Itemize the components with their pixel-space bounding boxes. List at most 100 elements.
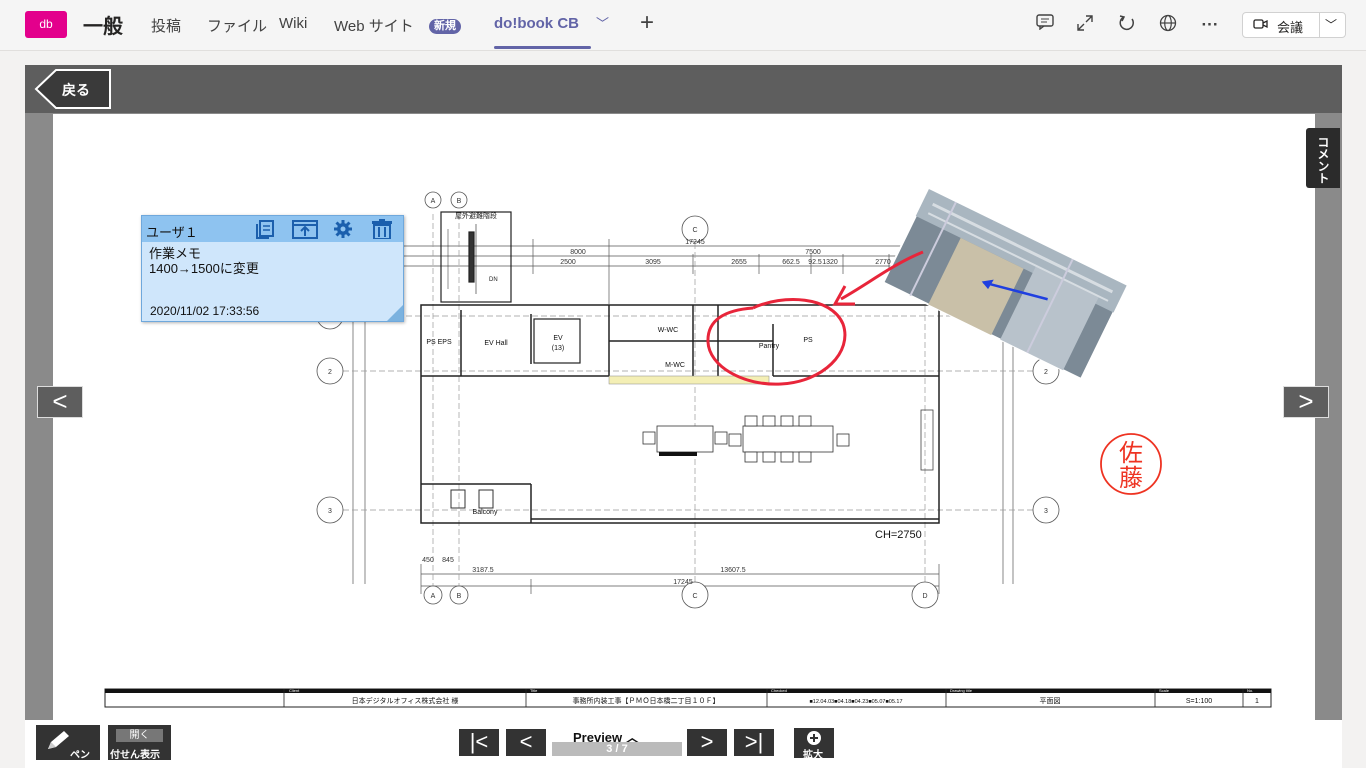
svg-text:A: A bbox=[431, 593, 436, 600]
back-button[interactable]: 戻る bbox=[34, 69, 111, 109]
svg-text:S=1:100: S=1:100 bbox=[1186, 698, 1212, 705]
svg-text:C: C bbox=[692, 593, 697, 600]
svg-text:3: 3 bbox=[328, 508, 332, 515]
prev-page-arrow[interactable]: < bbox=[37, 386, 83, 418]
stair-label: 屋外避難階段 bbox=[455, 211, 497, 220]
svg-text:佐: 佐 bbox=[1119, 440, 1143, 467]
svg-text:(13): (13) bbox=[552, 345, 564, 352]
tab-website[interactable]: Web サイト bbox=[334, 15, 414, 36]
svg-text:2655: 2655 bbox=[731, 259, 747, 266]
svg-text:B: B bbox=[457, 198, 462, 205]
page-indicator: 3 / 7 bbox=[552, 742, 682, 756]
add-tab-button[interactable]: + bbox=[640, 9, 654, 37]
svg-text:3187.5: 3187.5 bbox=[472, 567, 494, 574]
svg-text:845: 845 bbox=[442, 557, 454, 564]
meet-chevron-icon[interactable]: ﹀ bbox=[1325, 16, 1337, 33]
svg-text:3: 3 bbox=[1044, 508, 1048, 515]
svg-text:1320: 1320 bbox=[822, 259, 838, 266]
tab-files[interactable]: ファイル bbox=[207, 15, 267, 36]
globe-icon[interactable] bbox=[1157, 14, 1179, 36]
tab-posts[interactable]: 投稿 bbox=[151, 15, 181, 36]
svg-text:17245: 17245 bbox=[673, 579, 693, 586]
zoom-button[interactable]: 拡大 bbox=[794, 728, 834, 761]
video-icon bbox=[1253, 17, 1269, 32]
site-photo[interactable] bbox=[882, 187, 1128, 381]
svg-text:B: B bbox=[457, 593, 462, 600]
svg-text:Title: Title bbox=[530, 688, 538, 693]
svg-text:事務所内装工事【ＰＭＯ日本橋二丁目１０Ｆ】: 事務所内装工事【ＰＭＯ日本橋二丁目１０Ｆ】 bbox=[573, 696, 720, 705]
meet-separator bbox=[1319, 13, 1320, 37]
chat-icon[interactable] bbox=[1034, 14, 1056, 36]
refresh-icon[interactable] bbox=[1116, 14, 1138, 36]
svg-text:2500: 2500 bbox=[560, 259, 576, 266]
pen-label: ペン bbox=[70, 750, 90, 761]
dobook-viewer: 戻る C 2 3 2 3 A B C D A B 17245 8000 7500… bbox=[25, 65, 1342, 768]
svg-text:EV Hall: EV Hall bbox=[484, 340, 508, 347]
svg-text:Client: Client bbox=[289, 688, 300, 693]
svg-text:8000: 8000 bbox=[570, 249, 586, 256]
viewer-topbar: 戻る bbox=[25, 65, 1342, 113]
note-date: 2020/11/02 17:33:56 bbox=[150, 304, 260, 318]
sticky-note[interactable]: ユーザ１ 作業メモ 1400→1500に変更 2020/11/02 17:33:… bbox=[141, 215, 404, 322]
svg-text:Pantry: Pantry bbox=[759, 343, 780, 350]
chevron-down-icon[interactable]: ﹀ bbox=[596, 13, 609, 32]
svg-text:1: 1 bbox=[1255, 698, 1259, 705]
svg-text:2770: 2770 bbox=[875, 259, 891, 266]
new-badge: 新規 bbox=[429, 19, 461, 34]
svg-text:Balcony: Balcony bbox=[473, 509, 498, 516]
more-icon[interactable]: ··· bbox=[1199, 14, 1221, 36]
svg-text:17245: 17245 bbox=[685, 239, 705, 246]
meet-button[interactable]: 会議 ﹀ bbox=[1242, 12, 1346, 38]
svg-text:No.: No. bbox=[1247, 688, 1253, 693]
svg-text:PS: PS bbox=[803, 337, 813, 344]
sticky-note-header: ユーザ１ bbox=[142, 216, 403, 242]
svg-text:Checked: Checked bbox=[771, 688, 787, 693]
note-line-1: 作業メモ bbox=[149, 246, 202, 261]
svg-text:W-WC: W-WC bbox=[658, 327, 678, 334]
team-logo[interactable]: db bbox=[25, 11, 67, 38]
svg-text:7500: 7500 bbox=[805, 249, 821, 256]
comment-tab[interactable]: コメント bbox=[1306, 128, 1340, 188]
drawing-page[interactable]: C 1 2 3 1 2 3 A B C D A B 17245 8000 750… bbox=[53, 114, 1315, 720]
svg-text:2: 2 bbox=[328, 369, 332, 376]
floor-plan: C 1 2 3 1 2 3 A B C D A B 17245 8000 750… bbox=[104, 187, 1272, 708]
note-line-2: 1400→1500に変更 bbox=[149, 261, 259, 276]
svg-text:450: 450 bbox=[422, 557, 434, 564]
prev-page-button[interactable]: < bbox=[506, 729, 546, 756]
comment-label: コメント bbox=[1316, 136, 1330, 184]
first-page-button[interactable]: |< bbox=[459, 729, 499, 756]
teams-header: db 一般 投稿 ファイル Wiki Web サイト 新規 do!book CB… bbox=[0, 0, 1366, 51]
svg-text:■12.04.03■04.18■04.23■05.07■05: ■12.04.03■04.18■04.23■05.07■05.17 bbox=[809, 699, 902, 705]
fusen-toggle-button[interactable]: 開く 付せん表示 bbox=[108, 725, 171, 761]
export-icon[interactable] bbox=[292, 219, 318, 239]
hanko-stamp: 佐 藤 bbox=[1100, 433, 1162, 495]
tab-wiki[interactable]: Wiki bbox=[279, 15, 307, 32]
svg-text:13607.5: 13607.5 bbox=[720, 567, 745, 574]
next-page-button[interactable]: > bbox=[687, 729, 727, 756]
channel-name: 一般 bbox=[83, 16, 123, 38]
pen-button[interactable]: ペン bbox=[36, 725, 100, 761]
ceiling-height-label: CH=2750 bbox=[875, 529, 922, 541]
fusen-open-label: 開く bbox=[116, 729, 163, 742]
note-fold bbox=[387, 305, 403, 321]
note-body: 作業メモ 1400→1500に変更 bbox=[149, 246, 259, 276]
svg-text:M-WC: M-WC bbox=[665, 362, 685, 369]
note-user: ユーザ１ bbox=[146, 225, 198, 240]
svg-text:A: A bbox=[431, 198, 436, 205]
svg-text:平面図: 平面図 bbox=[1040, 697, 1061, 705]
svg-text:2: 2 bbox=[1044, 369, 1048, 376]
tab-dobook[interactable]: do!book CB bbox=[494, 15, 579, 32]
svg-text:92.5: 92.5 bbox=[808, 259, 822, 266]
gear-icon[interactable] bbox=[332, 219, 356, 239]
copy-icon[interactable] bbox=[252, 219, 276, 239]
svg-text:662.5: 662.5 bbox=[782, 259, 800, 266]
dn-label: DN bbox=[489, 277, 498, 283]
last-page-button[interactable]: >| bbox=[734, 729, 774, 756]
expand-icon[interactable] bbox=[1074, 14, 1096, 36]
trash-icon[interactable] bbox=[370, 219, 394, 240]
svg-text:3095: 3095 bbox=[645, 259, 661, 266]
viewer-toolbar: ペン 開く 付せん表示 |< < Preview ︿ 3 / 7 > >| 拡大 bbox=[25, 720, 1342, 768]
title-block: Client Title Checked Drawing title Scale… bbox=[104, 688, 1272, 708]
next-page-arrow[interactable]: > bbox=[1283, 386, 1329, 418]
svg-text:Drawing title: Drawing title bbox=[950, 688, 973, 693]
